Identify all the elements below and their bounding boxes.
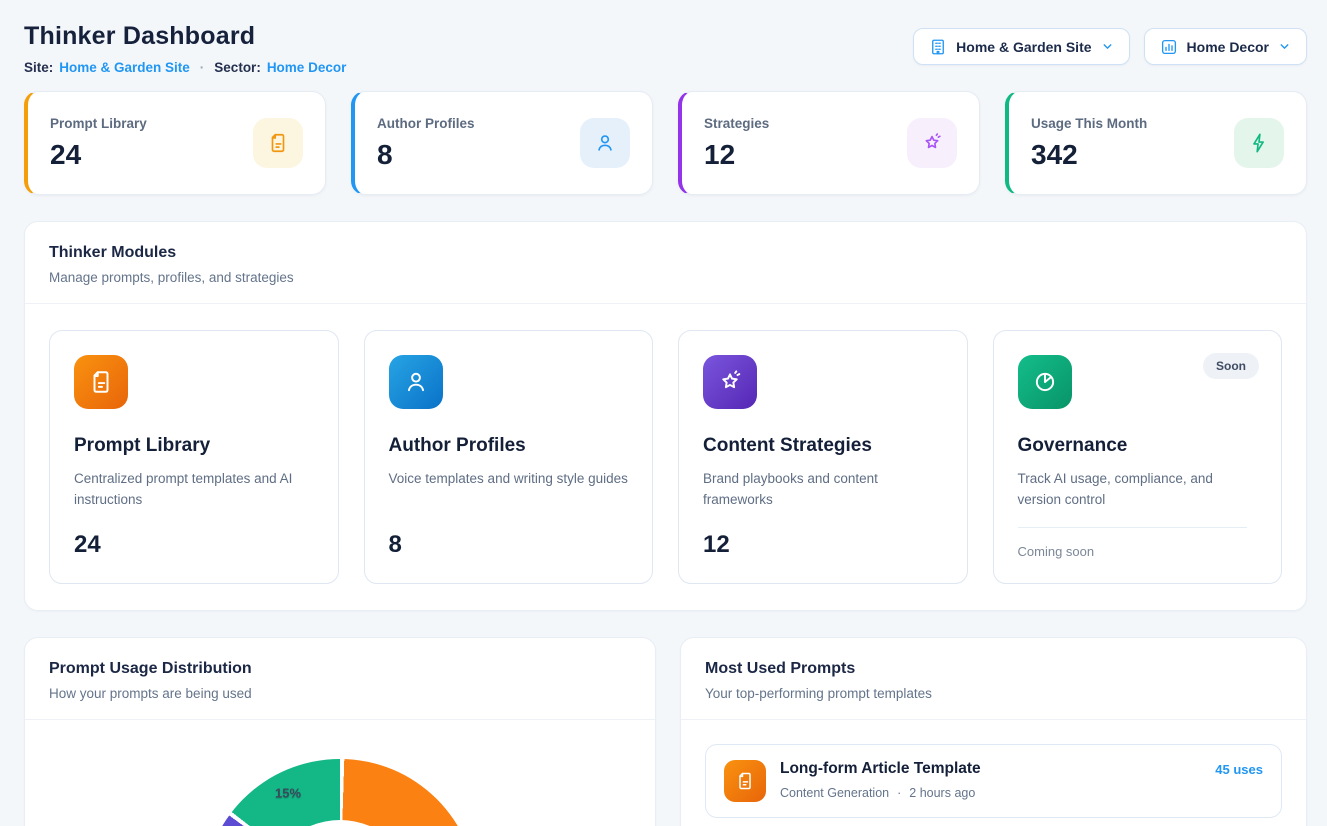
stat-value: 24 [50, 139, 147, 171]
module-description: Brand playbooks and content frameworks [703, 469, 943, 511]
module-card-author-profiles[interactable]: Author Profiles Voice templates and writ… [364, 330, 654, 584]
sector-link[interactable]: Home Decor [267, 60, 347, 75]
stats-row: Prompt Library 24 Author Profiles 8 Stra… [24, 91, 1307, 195]
site-selector-label: Home & Garden Site [956, 39, 1091, 55]
sector-selector-button[interactable]: Home Decor [1144, 28, 1307, 65]
stat-card-strategies: Strategies 12 [678, 91, 980, 195]
module-description: Centralized prompt templates and AI inst… [74, 469, 314, 511]
stat-value: 8 [377, 139, 475, 171]
module-card-prompt-library[interactable]: Prompt Library Centralized prompt templa… [49, 330, 339, 584]
sparkle-star-icon [703, 355, 757, 409]
divider [1018, 527, 1248, 528]
modules-subtitle: Manage prompts, profiles, and strategies [49, 270, 1282, 285]
stat-value: 12 [704, 139, 769, 171]
sector-selector-label: Home Decor [1187, 39, 1269, 55]
donut-chart-area: 15% [25, 720, 655, 826]
dashboard-page: Thinker Dashboard Site: Home & Garden Si… [0, 0, 1327, 826]
prompt-name: Long-form Article Template [780, 760, 1201, 778]
site-selector-button[interactable]: Home & Garden Site [913, 28, 1129, 65]
module-title: Author Profiles [389, 435, 629, 457]
module-description: Track AI usage, compliance, and version … [1018, 469, 1258, 511]
module-card-governance[interactable]: Soon Governance Track AI usage, complian… [993, 330, 1283, 584]
usage-chart-title: Prompt Usage Distribution [49, 660, 631, 678]
document-icon [253, 118, 303, 168]
stat-card-prompt-library: Prompt Library 24 [24, 91, 326, 195]
prompt-uses-count: 45 uses [1215, 762, 1263, 777]
site-label: Site: [24, 60, 53, 75]
stat-card-author-profiles: Author Profiles 8 [351, 91, 653, 195]
module-count: 12 [703, 531, 943, 559]
sector-label: Sector: [214, 60, 261, 75]
thinker-modules-panel: Thinker Modules Manage prompts, profiles… [24, 221, 1307, 611]
bar-chart-icon [1160, 38, 1178, 56]
most-used-prompts-card: Most Used Prompts Your top-performing pr… [680, 637, 1307, 826]
site-link[interactable]: Home & Garden Site [59, 60, 190, 75]
coming-soon-text: Coming soon [1018, 544, 1258, 559]
donut-hole [264, 820, 416, 826]
module-title: Content Strategies [703, 435, 943, 457]
chevron-down-icon [1101, 40, 1114, 53]
module-title: Governance [1018, 435, 1258, 457]
modules-title: Thinker Modules [49, 244, 1282, 262]
user-icon [389, 355, 443, 409]
module-title: Prompt Library [74, 435, 314, 457]
module-card-content-strategies[interactable]: Content Strategies Brand playbooks and c… [678, 330, 968, 584]
most-used-title: Most Used Prompts [705, 660, 1282, 678]
module-count: 8 [389, 531, 629, 559]
soon-badge: Soon [1203, 353, 1259, 379]
stat-label: Author Profiles [377, 116, 475, 131]
breadcrumb: Site: Home & Garden Site · Sector: Home … [24, 60, 346, 75]
stat-label: Usage This Month [1031, 116, 1147, 131]
stat-card-usage: Usage This Month 342 [1005, 91, 1307, 195]
pie-chart-icon [1018, 355, 1072, 409]
page-title: Thinker Dashboard [24, 22, 346, 51]
page-header: Thinker Dashboard Site: Home & Garden Si… [24, 22, 1307, 75]
most-used-subtitle: Your top-performing prompt templates [705, 686, 1282, 701]
donut-chart[interactable] [203, 759, 477, 826]
user-icon [580, 118, 630, 168]
module-description: Voice templates and writing style guides [389, 469, 629, 490]
building-icon [929, 38, 947, 56]
lightning-icon [1234, 118, 1284, 168]
stat-label: Strategies [704, 116, 769, 131]
separator-dot: · [200, 60, 205, 75]
stat-value: 342 [1031, 139, 1147, 171]
document-icon [724, 760, 766, 802]
separator-dot: · [897, 786, 901, 800]
chevron-down-icon [1278, 40, 1291, 53]
donut-slice-label: 15% [275, 786, 301, 801]
module-count: 24 [74, 531, 314, 559]
document-icon [74, 355, 128, 409]
prompt-category: Content Generation [780, 786, 889, 800]
prompt-time: 2 hours ago [909, 786, 975, 800]
stat-label: Prompt Library [50, 116, 147, 131]
prompt-usage-card: Prompt Usage Distribution How your promp… [24, 637, 656, 826]
usage-chart-subtitle: How your prompts are being used [49, 686, 631, 701]
sparkle-star-icon [907, 118, 957, 168]
prompt-list-item[interactable]: Long-form Article Template Content Gener… [705, 744, 1282, 818]
